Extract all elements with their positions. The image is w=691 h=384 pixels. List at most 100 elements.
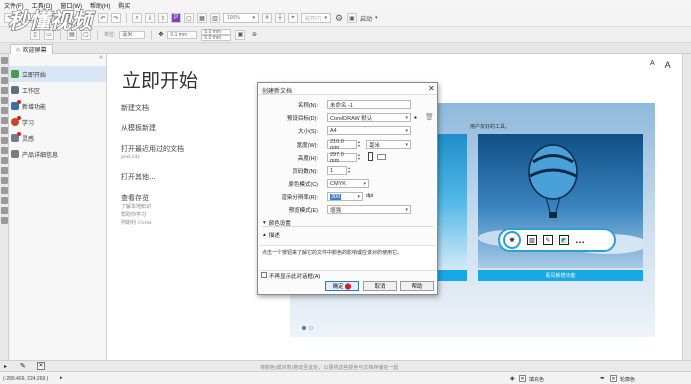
collapse-chevron-icon[interactable]: «	[9, 54, 106, 66]
pick-tool-icon[interactable]	[1, 57, 8, 64]
history-item[interactable]: 了解本地知识	[121, 203, 151, 210]
sidebar-item-learn[interactable]: 学习	[9, 114, 106, 130]
connector-tool-icon[interactable]	[1, 167, 8, 174]
eyedropper-icon[interactable]: ✎	[20, 362, 26, 370]
name-input[interactable]: 未命名 -1	[327, 100, 411, 109]
page-size-select[interactable]: A4 ▾	[327, 126, 411, 135]
page-count-stepper[interactable]: ▴ ▾	[348, 166, 352, 175]
zoom-tool-icon[interactable]	[1, 87, 8, 94]
width-input[interactable]: 210.0 mm	[327, 138, 357, 151]
guidelines-icon[interactable]: ┼	[275, 13, 285, 23]
sidebar-item-label: 新增功能	[22, 104, 47, 111]
text-smaller-button[interactable]: A	[650, 60, 655, 70]
nudge-distance-field[interactable]: 0.1 mm	[167, 30, 198, 39]
height-value: 297.0 mm	[330, 151, 344, 164]
delete-preset-icon[interactable]: 🗑	[425, 113, 434, 121]
color-eyedropper-tool-icon[interactable]	[1, 197, 8, 204]
watermark-graphic: 秒懂视频	[7, 8, 96, 33]
parallel-dimension-tool-icon[interactable]	[1, 157, 8, 164]
carousel-dot[interactable]	[309, 326, 313, 330]
sidebar-item-get-started[interactable]: 立即开始	[9, 66, 106, 82]
units-value: 毫米	[369, 142, 381, 149]
height-input[interactable]: 297.0 mm	[327, 151, 357, 164]
interactive-fill-tool-icon[interactable]	[1, 207, 8, 214]
height-stepper[interactable]: ▴ ▾	[358, 153, 362, 162]
launch-dropdown-icon[interactable]: ▾	[375, 15, 378, 21]
duplicate-y-field[interactable]: 5.0 mm	[201, 34, 232, 41]
no-color-swatch-icon[interactable]: ✕	[37, 362, 45, 370]
open-recent-label: 打开最近用过的文档	[121, 145, 184, 153]
freehand-tool-icon[interactable]	[1, 97, 8, 104]
close-icon[interactable]: ✕	[428, 84, 435, 93]
sidebar-item-product-details[interactable]: 产品详细信息	[9, 146, 106, 162]
open-other-link[interactable]: 打开其他...	[121, 172, 156, 182]
page-size-value: A4	[330, 127, 337, 134]
artistic-media-tool-icon[interactable]	[1, 107, 8, 114]
preset-destination-select[interactable]: CorelDRAW 默认 ▾	[327, 113, 411, 122]
carousel-dot-active[interactable]	[302, 326, 306, 330]
drop-shadow-tool-icon[interactable]	[1, 177, 8, 184]
publish-pdf-icon[interactable]: P	[171, 13, 181, 23]
search-content-icon[interactable]: ⌕	[132, 13, 142, 23]
landscape-orientation-icon[interactable]	[377, 154, 386, 160]
text-tool-icon[interactable]	[1, 147, 8, 154]
launch-icon[interactable]: ▣	[347, 13, 357, 23]
options-gear-icon[interactable]: ⚙	[334, 13, 344, 23]
new-from-template-link[interactable]: 从模板新建	[121, 123, 156, 133]
see-new-features-button[interactable]: 看见新增功能	[478, 270, 643, 281]
palette-arrow-icon[interactable]: ▸	[4, 363, 7, 370]
status-arrow-icon[interactable]: ▸	[60, 375, 63, 381]
units-select[interactable]: 毫米 ▾	[366, 140, 411, 149]
sidebar-item-workspace[interactable]: 工作区	[9, 82, 106, 98]
add-page-icon[interactable]: ⊕	[249, 30, 259, 40]
fill-bucket-icon[interactable]: ◈	[510, 375, 515, 382]
shape-tool-icon[interactable]	[1, 67, 8, 74]
save-preset-icon[interactable]: ▪	[414, 113, 417, 122]
tab-welcome-screen[interactable]: ⌂ 欢迎屏幕	[10, 44, 53, 54]
preview-mode-select[interactable]: 增强 ▾	[327, 205, 411, 214]
dynamic-guides-icon[interactable]: ⌖	[288, 13, 298, 23]
get-started-icon	[11, 70, 19, 78]
ellipse-tool-icon[interactable]	[1, 127, 8, 134]
history-item[interactable]: 帮助你学习	[121, 211, 146, 218]
outline-color-swatch[interactable]: ✕	[610, 375, 617, 382]
help-button[interactable]: 帮助	[400, 281, 434, 291]
grid-icon[interactable]: #	[262, 13, 272, 23]
docker-tab-strip	[682, 54, 691, 360]
ok-button[interactable]: 确定 ⬤	[325, 281, 359, 291]
text-larger-button[interactable]: A	[665, 60, 671, 70]
portrait-orientation-icon[interactable]	[368, 152, 373, 161]
fullscreen-icon[interactable]: ▢	[184, 13, 194, 23]
import-icon[interactable]: ⇩	[145, 13, 155, 23]
workspace-icon	[11, 86, 19, 94]
sidebar-item-inspiration[interactable]: 灵感	[9, 130, 106, 146]
launch-label[interactable]: 启动	[360, 14, 372, 23]
sidebar-item-whats-new[interactable]: 新增功能	[9, 98, 106, 114]
status-bar: (-289.469, 224.269 ) ▸ ◈ ✕ 填充色 ✒ ✕ 轮廓色	[0, 371, 691, 384]
resolution-select[interactable]: 300 ▾	[327, 192, 363, 201]
zoom-level-select[interactable]: 100% ▾	[223, 13, 259, 23]
wireframe-icon[interactable]: ▦	[197, 13, 207, 23]
rectangle-tool-icon[interactable]	[1, 117, 8, 124]
polygon-tool-icon[interactable]	[1, 137, 8, 144]
new-document-link[interactable]: 新建文档	[121, 103, 149, 113]
description-toggle[interactable]: ▴ 描述	[263, 231, 280, 239]
name-label: 名称(N):	[297, 103, 318, 109]
dont-show-checkbox[interactable]	[261, 272, 267, 278]
smart-fill-tool-icon[interactable]	[1, 217, 8, 224]
page-count-input[interactable]: 1	[327, 166, 347, 175]
width-value: 210.0 mm	[330, 138, 344, 151]
color-mode-select[interactable]: CMYK ▾	[327, 179, 369, 188]
snap-to-select[interactable]: 贴齐(T) ▾	[301, 13, 331, 23]
history-item[interactable]: 阿斯利 Corel	[121, 219, 151, 226]
export-icon[interactable]: ⇧	[158, 13, 168, 23]
fill-color-swatch[interactable]: ✕	[519, 375, 526, 382]
recent-file-link[interactable]: psd.cdr	[121, 154, 140, 160]
cancel-button[interactable]: 取消	[363, 281, 397, 291]
outline-pen-icon[interactable]: ✒	[600, 375, 605, 382]
rulers-icon[interactable]: ▥	[210, 13, 220, 23]
width-stepper[interactable]: ▴ ▾	[358, 140, 362, 149]
transparency-tool-icon[interactable]	[1, 187, 8, 194]
crop-tool-icon[interactable]	[1, 77, 8, 84]
treat-as-filled-icon[interactable]: ▣	[235, 29, 246, 40]
